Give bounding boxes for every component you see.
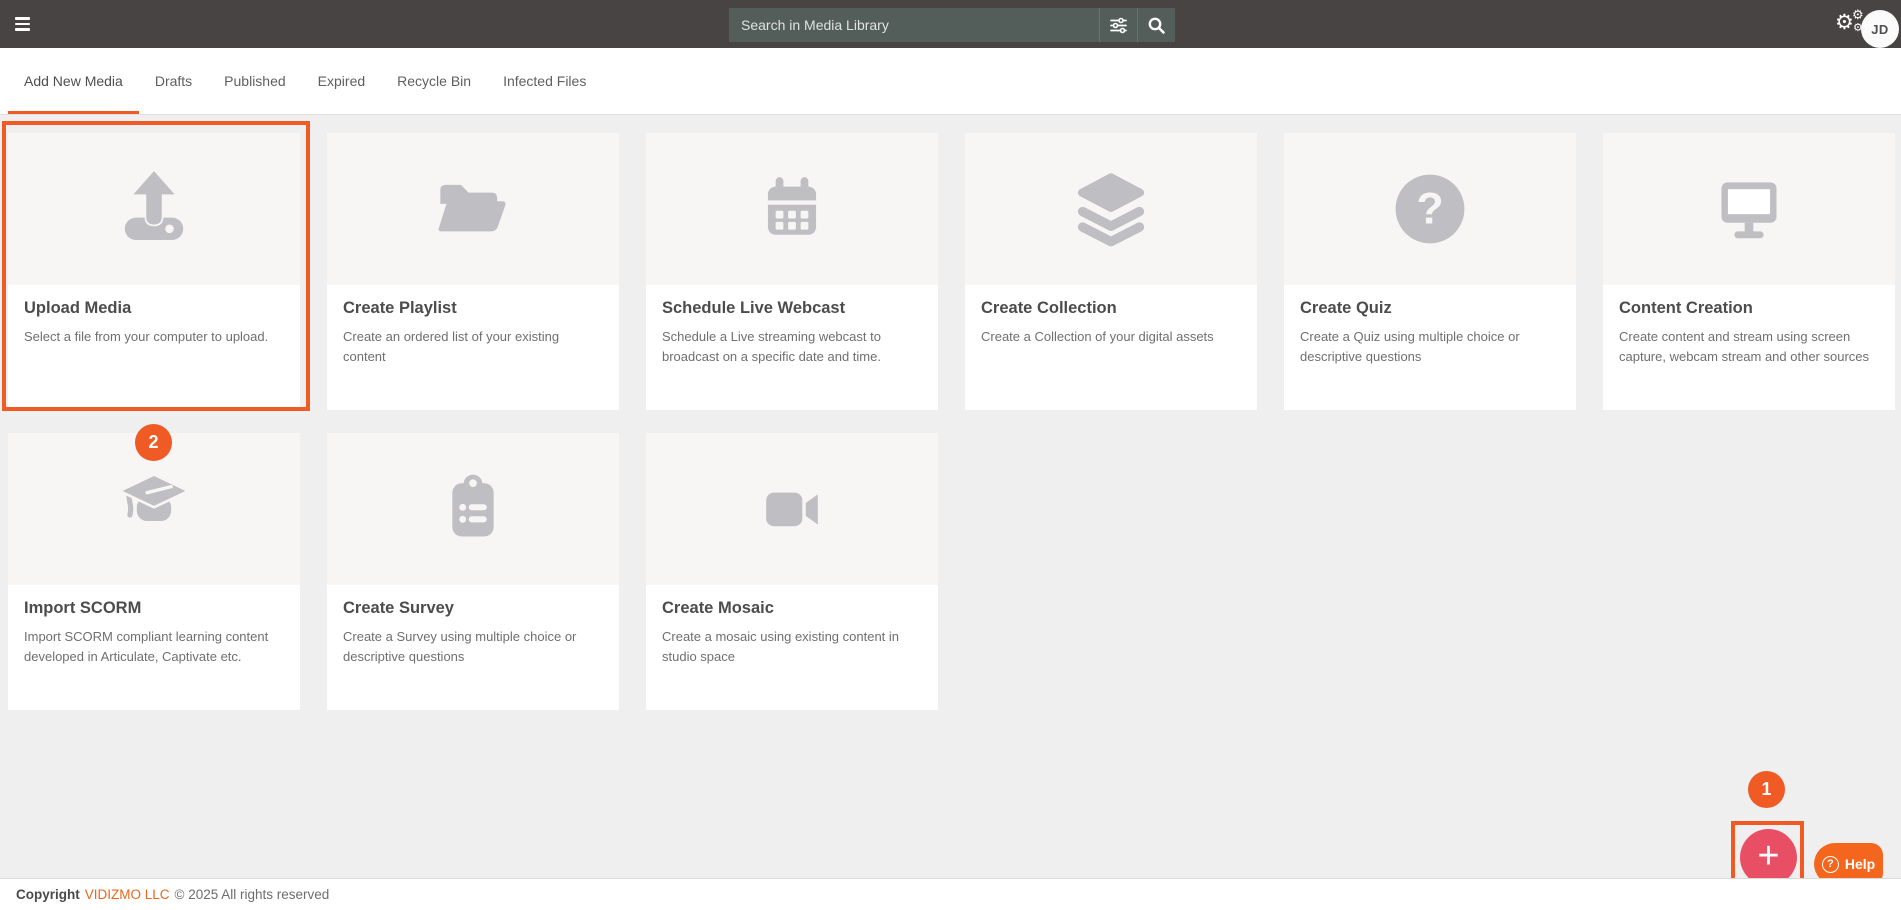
card-create-survey[interactable]: Create Survey Create a Survey using mult…	[327, 433, 619, 710]
annotation-step-1-badge: 1	[1748, 771, 1785, 808]
card-icon-area	[1603, 133, 1895, 285]
card-description: Create an ordered list of your existing …	[343, 327, 603, 366]
tab-label: Drafts	[155, 73, 192, 89]
company-link[interactable]: VIDIZMO LLC	[85, 887, 170, 902]
card-title: Create Playlist	[343, 299, 603, 318]
card-description: Import SCORM compliant learning content …	[24, 627, 284, 666]
card-icon-area	[8, 133, 300, 285]
media-library-page: ⚙ ⚙ ⚙ JD Add New Media Drafts Published …	[0, 0, 1901, 910]
card-title: Content Creation	[1619, 299, 1879, 318]
annotation-step-2-badge: 2	[135, 424, 172, 461]
rights-text: © 2025 All rights reserved	[175, 887, 330, 902]
top-app-bar: ⚙ ⚙ ⚙ JD	[0, 0, 1901, 48]
tab-recycle-bin[interactable]: Recycle Bin	[381, 48, 487, 114]
card-content-creation[interactable]: Content Creation Create content and stre…	[1603, 133, 1895, 410]
tab-label: Recycle Bin	[397, 73, 471, 89]
tab-label: Infected Files	[503, 73, 586, 89]
folder-open-icon	[430, 166, 516, 252]
question-circle-icon	[1387, 166, 1473, 252]
card-icon-area	[965, 133, 1257, 285]
card-icon-area	[327, 133, 619, 285]
card-create-mosaic[interactable]: Create Mosaic Create a mosaic using exis…	[646, 433, 938, 710]
card-title: Create Collection	[981, 299, 1241, 318]
card-description: Create content and stream using screen c…	[1619, 327, 1879, 366]
question-circle-icon: ?	[1822, 856, 1839, 873]
hamburger-menu-icon[interactable]	[15, 17, 30, 31]
gear-icon: ⚙	[1835, 12, 1854, 33]
card-description: Select a file from your computer to uplo…	[24, 327, 284, 347]
filter-sliders-icon	[1109, 16, 1128, 35]
monitor-icon	[1706, 166, 1792, 252]
card-body: Content Creation Create content and stre…	[1603, 285, 1895, 380]
card-upload-media[interactable]: Upload Media Select a file from your com…	[8, 133, 300, 410]
calendar-icon	[749, 166, 835, 252]
clipboard-icon	[430, 466, 516, 552]
card-description: Create a Quiz using multiple choice or d…	[1300, 327, 1560, 366]
filter-button[interactable]	[1099, 8, 1137, 42]
card-icon-area	[646, 133, 938, 285]
layers-icon	[1068, 166, 1154, 252]
tab-label: Expired	[318, 73, 365, 89]
gear-icon: ⚙	[1852, 8, 1864, 21]
card-create-quiz[interactable]: Create Quiz Create a Quiz using multiple…	[1284, 133, 1576, 410]
card-title: Schedule Live Webcast	[662, 299, 922, 318]
search-box	[729, 8, 1175, 42]
card-import-scorm[interactable]: Import SCORM Import SCORM compliant lear…	[8, 433, 300, 710]
card-description: Create a Survey using multiple choice or…	[343, 627, 603, 666]
tab-expired[interactable]: Expired	[302, 48, 381, 114]
card-body: Create Survey Create a Survey using mult…	[327, 585, 619, 680]
tab-add-new-media[interactable]: Add New Media	[8, 48, 139, 114]
card-body: Create Playlist Create an ordered list o…	[327, 285, 619, 380]
card-body: Import SCORM Import SCORM compliant lear…	[8, 585, 300, 680]
card-title: Create Survey	[343, 599, 603, 618]
card-body: Create Mosaic Create a mosaic using exis…	[646, 585, 938, 680]
card-title: Create Quiz	[1300, 299, 1560, 318]
tab-label: Add New Media	[24, 73, 123, 89]
card-description: Schedule a Live streaming webcast to bro…	[662, 327, 922, 366]
card-grid: Upload Media Select a file from your com…	[8, 133, 1901, 733]
card-icon-area	[327, 433, 619, 585]
card-body: Schedule Live Webcast Schedule a Live st…	[646, 285, 938, 380]
video-camera-icon	[749, 466, 835, 552]
tab-label: Published	[224, 73, 286, 89]
card-description: Create a mosaic using existing content i…	[662, 627, 922, 666]
copyright-label: Copyright	[16, 887, 80, 902]
card-body: Create Quiz Create a Quiz using multiple…	[1284, 285, 1576, 380]
tab-bar: Add New Media Drafts Published Expired R…	[0, 48, 1901, 115]
tab-published[interactable]: Published	[208, 48, 302, 114]
card-icon-area	[1284, 133, 1576, 285]
card-description: Create a Collection of your digital asse…	[981, 327, 1241, 347]
card-create-collection[interactable]: Create Collection Create a Collection of…	[965, 133, 1257, 410]
card-body: Upload Media Select a file from your com…	[8, 285, 300, 361]
card-title: Upload Media	[24, 299, 284, 318]
upload-icon	[111, 166, 197, 252]
graduation-cap-icon	[111, 466, 197, 552]
card-title: Import SCORM	[24, 599, 284, 618]
card-title: Create Mosaic	[662, 599, 922, 618]
tab-infected-files[interactable]: Infected Files	[487, 48, 602, 114]
card-schedule-live-webcast[interactable]: Schedule Live Webcast Schedule a Live st…	[646, 133, 938, 410]
help-label: Help	[1845, 856, 1875, 872]
footer: Copyright VIDIZMO LLC © 2025 All rights …	[0, 878, 1901, 910]
card-icon-area	[646, 433, 938, 585]
search-button[interactable]	[1137, 8, 1175, 42]
search-icon	[1147, 16, 1166, 35]
search-input[interactable]	[729, 8, 1099, 42]
tab-drafts[interactable]: Drafts	[139, 48, 208, 114]
card-body: Create Collection Create a Collection of…	[965, 285, 1257, 361]
user-avatar[interactable]: JD	[1861, 10, 1899, 48]
card-create-playlist[interactable]: Create Playlist Create an ordered list o…	[327, 133, 619, 410]
